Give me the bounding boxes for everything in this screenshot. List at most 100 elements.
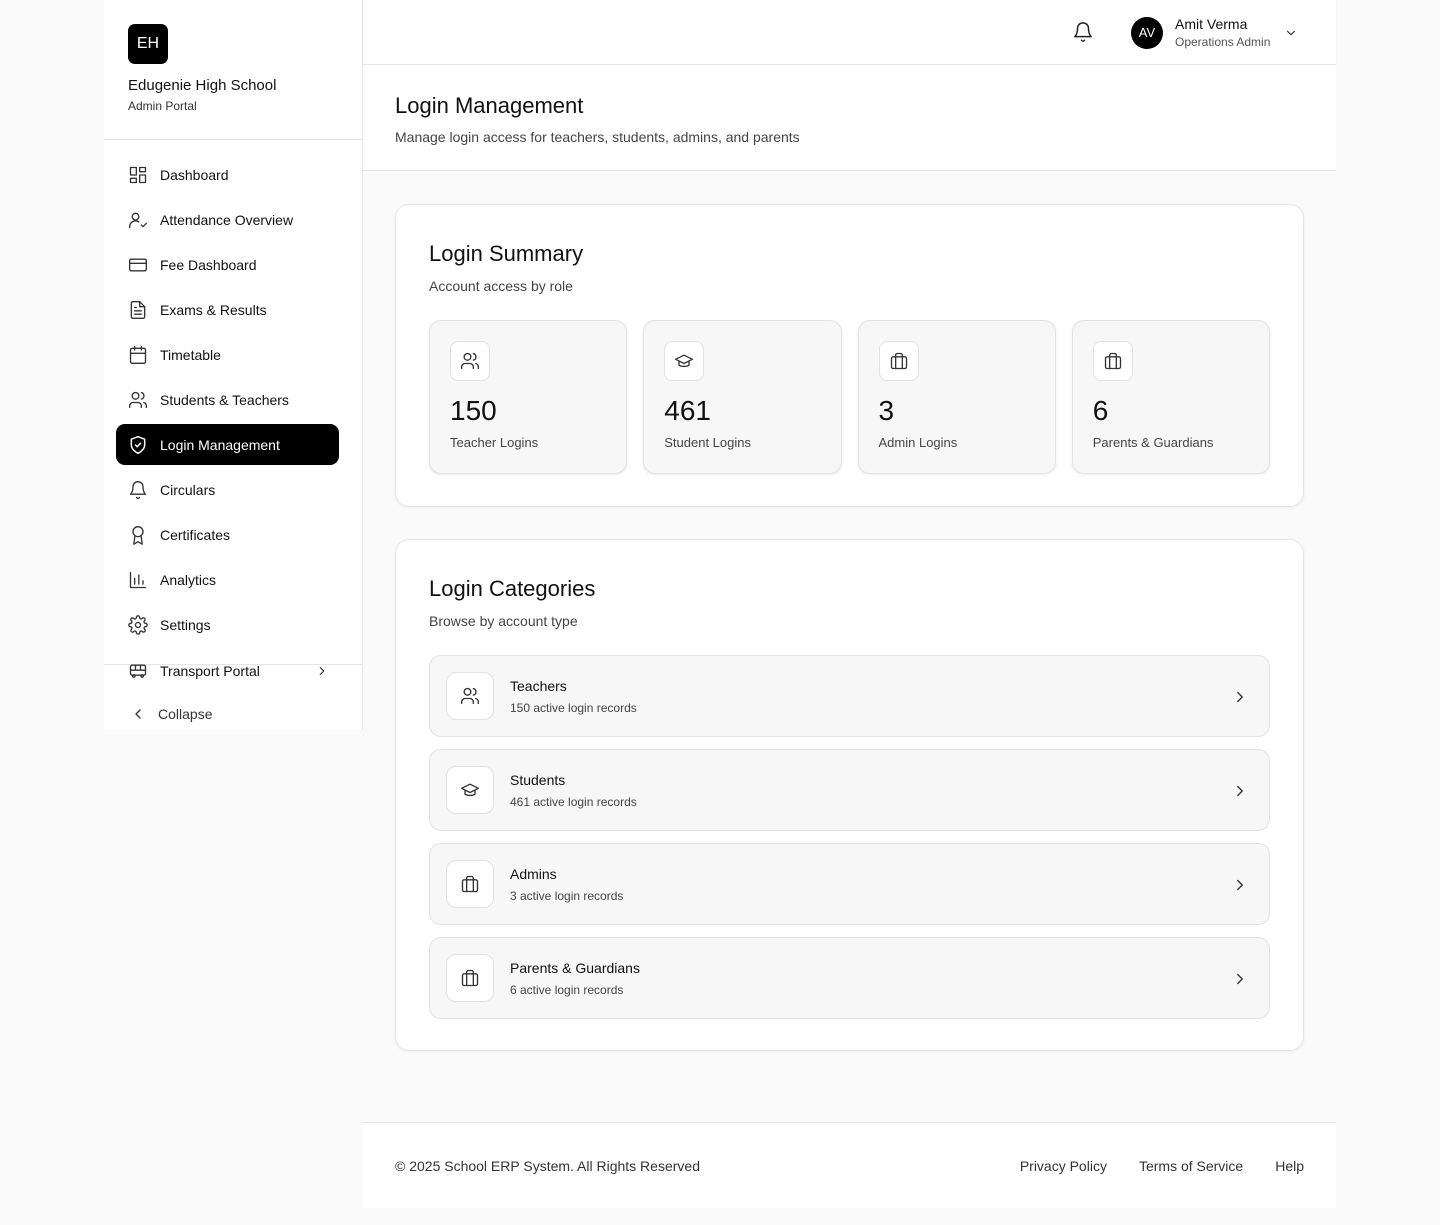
category-name: Parents & Guardians <box>510 959 640 976</box>
category-text: Admins 3 active login records <box>510 866 623 903</box>
bar-chart-icon <box>129 571 147 588</box>
bus-icon <box>129 664 147 678</box>
sidebar-item-label: Analytics <box>160 571 217 588</box>
category-text: Teachers 150 active login records <box>510 678 637 715</box>
sidebar-item-label: Students & Teachers <box>160 391 289 408</box>
help-link[interactable]: Help <box>1275 1158 1304 1174</box>
sidebar-item-label: Dashboard <box>160 166 229 183</box>
chevron-down-icon <box>1287 30 1296 35</box>
stat-icon-box <box>1092 341 1133 381</box>
footer-links: Privacy Policy Terms of Service Help <box>1020 1158 1304 1174</box>
category-desc: 150 active login records <box>510 700 637 715</box>
dashboard-icon <box>129 166 147 183</box>
stat-value: 461 <box>664 395 711 426</box>
page-header: Login Management Manage login access for… <box>363 65 1336 171</box>
category-item-teachers[interactable]: Teachers 150 active login records <box>429 655 1270 737</box>
file-text-icon <box>130 300 146 319</box>
notification-bell-icon[interactable] <box>1072 21 1094 43</box>
stat-value: 3 <box>878 395 895 426</box>
sidebar-item-attendance[interactable]: Attendance Overview <box>116 199 339 240</box>
sidebar-item-label: Exams & Results <box>160 301 267 318</box>
briefcase-icon <box>1104 352 1121 370</box>
user-role: Operations Admin <box>1175 35 1271 49</box>
users-icon <box>461 352 480 370</box>
collapse-button[interactable]: Collapse <box>128 703 212 725</box>
sidebar-item-settings[interactable]: Settings <box>116 604 339 645</box>
stat-value: 150 <box>450 395 497 426</box>
page-title: Login Management <box>395 93 584 118</box>
category-icon-box <box>446 766 494 814</box>
user-name: Amit Verma <box>1175 16 1248 32</box>
portal-subtitle: Admin Portal <box>128 99 197 113</box>
stat-icon-box <box>450 341 490 381</box>
calendar-icon <box>129 345 147 364</box>
chevron-right-icon <box>1237 973 1243 985</box>
award-icon <box>132 525 144 545</box>
stat-label: Admin Logins <box>878 435 958 450</box>
school-name: Edugenie High School <box>128 77 277 94</box>
user-info: Amit Verma Operations Admin <box>1175 16 1270 49</box>
users-icon <box>129 391 148 408</box>
sidebar-item-label: Timetable <box>160 346 221 363</box>
stat-label: Parents & Guardians <box>1092 435 1214 450</box>
briefcase-icon <box>890 352 907 370</box>
sidebar: EH Edugenie High School Admin Portal Das… <box>104 0 363 730</box>
sidebar-item-dashboard[interactable]: Dashboard <box>116 154 339 195</box>
sidebar-item-label: Login Management <box>160 436 280 453</box>
stat-card-admins: 3 Admin Logins <box>857 320 1056 474</box>
privacy-policy-link[interactable]: Privacy Policy <box>1020 1158 1107 1174</box>
category-text: Parents & Guardians 6 active login recor… <box>510 960 640 997</box>
category-item-students[interactable]: Students 461 active login records <box>429 749 1270 831</box>
login-categories-card: Login Categories Browse by account type … <box>395 539 1304 1051</box>
sidebar-item-certificates[interactable]: Certificates <box>116 514 339 555</box>
stat-label: Student Logins <box>664 435 751 450</box>
stat-card-students: 461 Student Logins <box>643 320 842 474</box>
sidebar-item-students-teachers[interactable]: Students & Teachers <box>116 379 339 420</box>
sidebar-item-circulars[interactable]: Circulars <box>116 469 339 510</box>
graduation-cap-icon <box>461 783 479 797</box>
category-text: Students 461 active login records <box>510 772 637 809</box>
users-icon <box>461 687 480 705</box>
collapse-label: Collapse <box>158 706 213 722</box>
category-item-admins[interactable]: Admins 3 active login records <box>429 843 1270 925</box>
category-desc: 461 active login records <box>510 794 637 809</box>
card-title: Login Summary <box>429 241 584 266</box>
stat-label: Teacher Logins <box>450 435 539 450</box>
card-title: Login Categories <box>429 576 596 601</box>
footer-copyright: © 2025 School ERP System. All Rights Res… <box>395 1157 700 1174</box>
stats-row: 150 Teacher Logins 461 Student Logins 3 … <box>429 320 1270 474</box>
sidebar-item-exams[interactable]: Exams & Results <box>116 289 339 330</box>
sidebar-item-label: Attendance Overview <box>160 211 294 228</box>
footer: © 2025 School ERP System. All Rights Res… <box>363 1122 1336 1208</box>
sidebar-item-label: Circulars <box>160 481 216 498</box>
stat-icon-box <box>664 341 705 381</box>
stat-value: 6 <box>1092 395 1109 426</box>
stat-card-teachers: 150 Teacher Logins <box>429 320 628 474</box>
terms-of-service-link[interactable]: Terms of Service <box>1139 1158 1243 1174</box>
sidebar-item-label: Fee Dashboard <box>160 256 257 273</box>
category-icon-box <box>446 672 494 720</box>
sidebar-item-fee-dashboard[interactable]: Fee Dashboard <box>116 244 339 285</box>
chevron-right-icon <box>1237 879 1243 891</box>
top-bar: AV Amit Verma Operations Admin <box>363 0 1336 65</box>
category-list: Teachers 150 active login records Studen… <box>429 655 1270 1019</box>
stat-icon-box <box>878 341 919 381</box>
sidebar-item-analytics[interactable]: Analytics <box>116 559 339 600</box>
shield-check-icon <box>130 435 146 454</box>
category-name: Admins <box>510 865 557 882</box>
sidebar-nav: Dashboard Attendance Overview Fee Dashbo… <box>116 154 339 649</box>
page-subtitle: Manage login access for teachers, studen… <box>395 129 800 145</box>
chevron-right-icon <box>1237 785 1243 797</box>
gear-icon <box>128 614 148 635</box>
sidebar-item-label: Settings <box>160 616 211 633</box>
brand: EH Edugenie High School Admin Portal <box>104 0 362 140</box>
category-item-parents[interactable]: Parents & Guardians 6 active login recor… <box>429 937 1270 1019</box>
sidebar-item-login-management[interactable]: Login Management <box>116 424 339 465</box>
sidebar-item-transport-portal[interactable]: Transport Portal <box>116 651 339 691</box>
chevron-right-icon <box>1237 691 1243 703</box>
bell-icon <box>129 480 147 499</box>
sidebar-item-timetable[interactable]: Timetable <box>116 334 339 375</box>
credit-card-icon <box>129 258 147 271</box>
stat-card-parents: 6 Parents & Guardians <box>1071 320 1270 474</box>
user-menu[interactable]: AV Amit Verma Operations Admin <box>1131 16 1298 49</box>
